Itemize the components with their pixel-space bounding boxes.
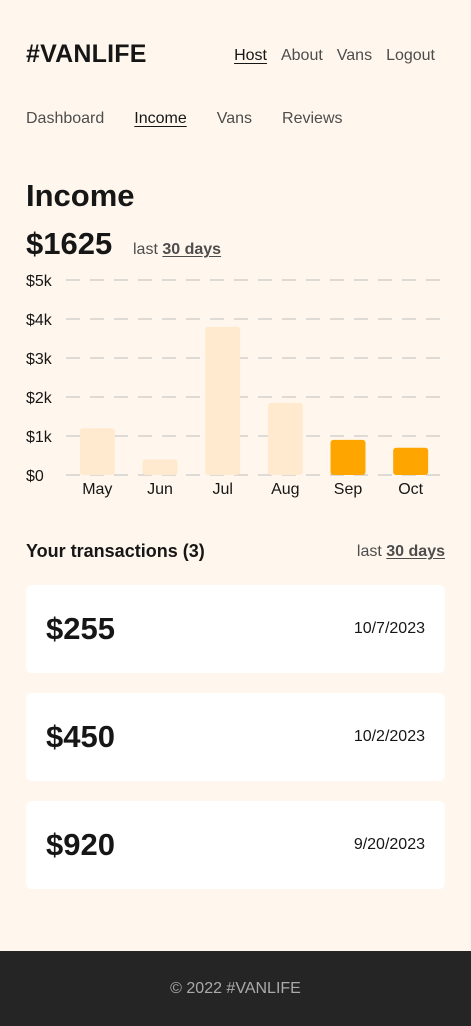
site-footer: © 2022 #VANLIFE (0, 951, 471, 1026)
subnav-link-vans[interactable]: Vans (217, 110, 252, 128)
y-tick-label: $5k (26, 273, 53, 290)
income-bar-chart: $0 $1k $2k $3k $4k $5k May Jun Jul Aug Sep Oct (26, 273, 442, 498)
nav-link-vans[interactable]: Vans (337, 47, 372, 65)
subnav-link-reviews[interactable]: Reviews (282, 110, 342, 128)
nav-link-host[interactable]: Host (234, 47, 267, 65)
chart-bar-jul (205, 326, 241, 475)
x-tick-label: May (82, 481, 112, 498)
transaction-card: $920 9/20/2023 (26, 801, 445, 889)
brand-logo[interactable]: #VANLIFE (26, 40, 147, 69)
income-total: $1625 (26, 226, 113, 261)
income-period: last 30 days (133, 241, 221, 259)
transaction-card: $255 10/7/2023 (26, 585, 445, 673)
chart-bar-may (79, 428, 115, 475)
chart-bar-sep (330, 439, 366, 475)
income-period-link[interactable]: 30 days (162, 241, 221, 258)
y-tick-label: $4k (26, 312, 53, 329)
y-tick-label: $3k (26, 351, 53, 368)
x-tick-label: Jun (147, 481, 173, 498)
transactions-period-link[interactable]: 30 days (386, 543, 445, 560)
page-title: Income (26, 178, 135, 213)
transaction-amount: $920 (46, 827, 115, 862)
x-tick-label: Aug (271, 481, 299, 498)
x-tick-label: Oct (398, 481, 423, 498)
chart-bar-aug (267, 402, 303, 475)
nav-link-about[interactable]: About (281, 47, 323, 65)
transaction-card: $450 10/2/2023 (26, 693, 445, 781)
main-nav: Host About Vans Logout (234, 47, 435, 65)
y-tick-label: $2k (26, 390, 53, 407)
chart-bar-jun (142, 459, 178, 475)
y-tick-label: $1k (26, 429, 53, 446)
transactions-list: $255 10/7/2023 $450 10/2/2023 $920 9/20/… (26, 585, 445, 889)
transaction-date: 10/7/2023 (353, 620, 425, 637)
transactions-period: last 30 days (357, 543, 445, 561)
x-tick-label: Jul (212, 481, 232, 498)
y-tick-label: $0 (26, 468, 44, 485)
host-sub-nav: Dashboard Income Vans Reviews (26, 110, 343, 128)
nav-link-logout[interactable]: Logout (386, 47, 435, 65)
chart-bar-oct (393, 447, 429, 475)
transactions-title: Your transactions (3) (26, 541, 205, 561)
transaction-amount: $255 (46, 611, 115, 646)
subnav-link-income[interactable]: Income (134, 110, 186, 128)
subnav-link-dashboard[interactable]: Dashboard (26, 110, 104, 128)
transaction-date: 10/2/2023 (353, 728, 425, 745)
footer-copyright: © 2022 #VANLIFE (170, 979, 301, 997)
x-tick-label: Sep (334, 481, 363, 498)
transaction-amount: $450 (46, 719, 115, 754)
site-header: #VANLIFE Host About Vans Logout (0, 0, 471, 100)
transaction-date: 9/20/2023 (353, 836, 425, 853)
income-period-prefix: last (133, 241, 158, 258)
transactions-period-prefix: last (356, 543, 382, 560)
